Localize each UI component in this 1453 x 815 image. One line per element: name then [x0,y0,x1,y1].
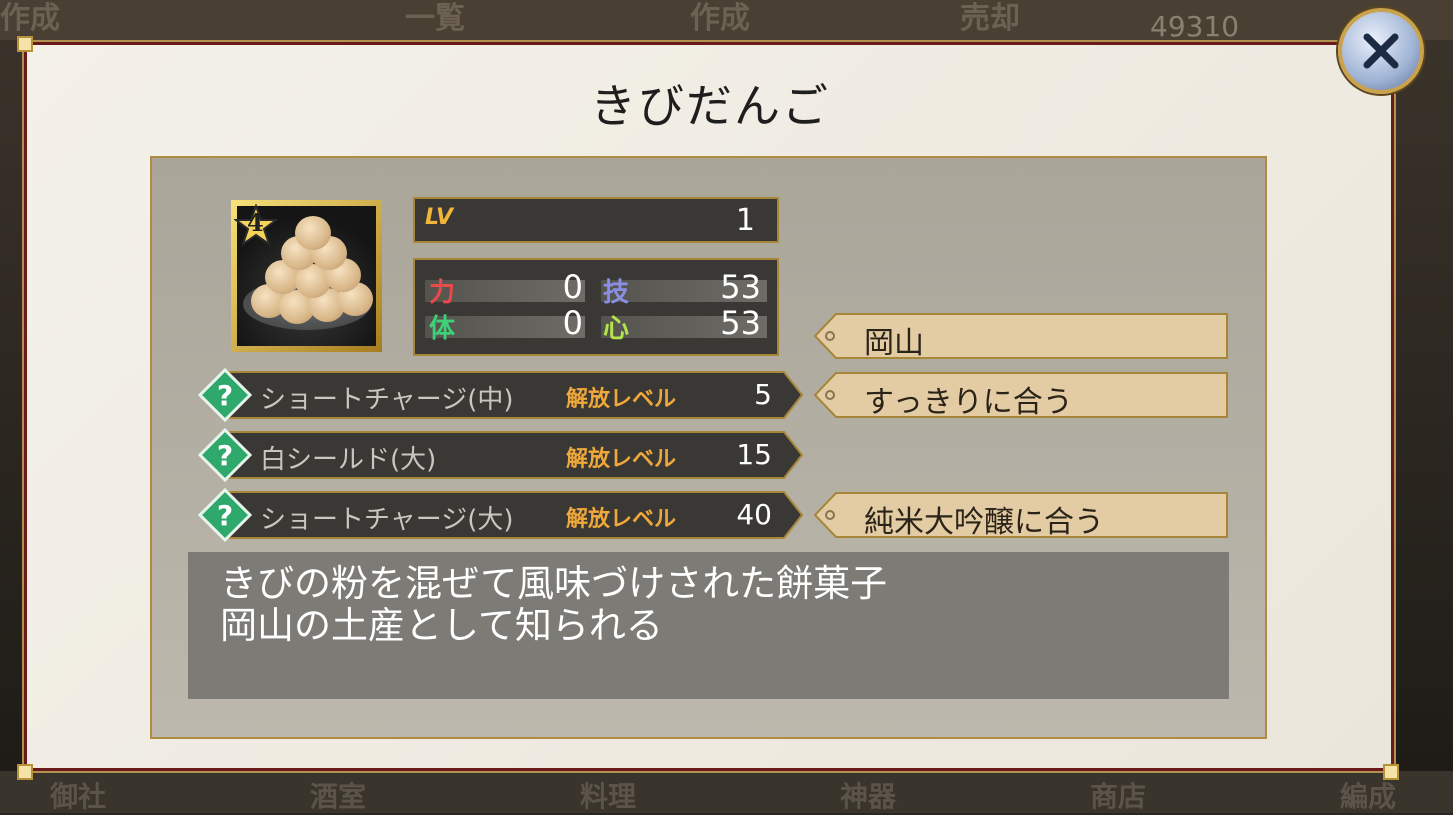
nav-shrine[interactable]: 御社 [50,775,106,813]
power-label: 力 [429,278,456,308]
screen-title: 作成 [0,1,60,36]
skill-row[interactable]: ? 白シールド(大) 解放レベル 15 [198,428,804,482]
description-line: 岡山の土産として知られる [220,604,663,647]
close-icon [1363,33,1399,69]
tab-sell[interactable]: 売却 [960,0,1020,38]
nav-artifact[interactable]: 神器 [840,775,896,813]
skill-row[interactable]: ? ショートチャージ(大) 解放レベル 40 [198,488,804,542]
unlock-level-value: 40 [736,498,772,531]
rarity-number: 4 [247,208,264,237]
power-value: 0 [562,268,583,306]
unlock-level-label: 解放レベル [566,447,677,472]
tag-pairing: すっきりに合う [814,372,1228,420]
skill-name: ショートチャージ(大) [260,505,514,535]
heart-value: 53 [720,304,761,342]
item-description: きびの粉を混ぜて風味づけされた餅菓子 岡山の土産として知られる [188,552,1229,699]
bottom-nav: 御社 酒室 料理 神器 商店 編成 [0,771,1453,813]
nav-team[interactable]: 編成 [1340,775,1396,813]
nav-cooking[interactable]: 料理 [580,775,636,813]
tag-pairing: 純米大吟醸に合う [814,492,1228,540]
question-icon: ? [198,488,252,542]
unlock-level-label: 解放レベル [566,387,677,412]
skill-stat-label: 技 [603,278,630,308]
level-box: LV 1 [413,197,779,243]
skill-name: ショートチャージ(中) [260,385,514,415]
svg-text:?: ? [217,379,233,412]
unlock-level-value: 15 [736,438,772,471]
level-value: 1 [735,203,755,238]
dialog-title: きびだんご [590,79,830,133]
stats-box: 力 0 技 53 体 0 心 53 [413,258,779,356]
svg-text:?: ? [217,439,233,472]
heart-label: 心 [603,314,630,344]
tab-create[interactable]: 作成 [690,0,750,38]
unlock-level-label: 解放レベル [566,507,677,532]
nav-shop[interactable]: 商店 [1090,775,1146,813]
gold-count: 49310 [1150,10,1240,43]
skill-name: 白シールド(大) [260,445,437,475]
corner-ornament [17,764,33,780]
skill-stat-value: 53 [720,268,761,306]
question-icon: ? [198,428,252,482]
corner-ornament [1383,764,1399,780]
body-label: 体 [429,314,456,344]
level-label: LV [425,205,454,230]
skill-row[interactable]: ? ショートチャージ(中) 解放レベル 5 [198,368,804,422]
unlock-level-value: 5 [754,378,772,411]
close-button[interactable] [1338,8,1424,94]
nav-sake[interactable]: 酒室 [310,775,366,813]
description-line: きびの粉を混ぜて風味づけされた餅菓子 [220,562,888,605]
top-tab-bar: 作成 一覧 作成 売却 49310 [0,0,1453,43]
body-value: 0 [562,304,583,342]
tab-list[interactable]: 一覧 [405,0,465,38]
svg-text:?: ? [217,499,233,532]
question-icon: ? [198,368,252,422]
corner-ornament [17,36,33,52]
tag-origin: 岡山 [814,313,1228,361]
